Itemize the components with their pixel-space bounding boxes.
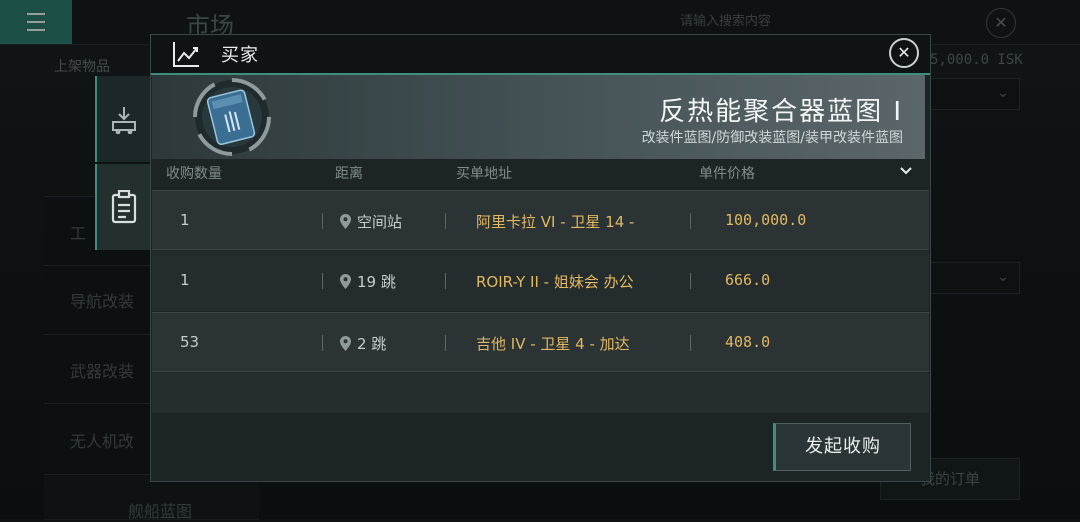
column-header-quantity[interactable]: 收购数量 [166,163,222,183]
clipboard-icon [111,190,137,224]
column-header-price[interactable]: 单件价格 [699,163,755,183]
column-divider [445,335,446,351]
column-header-address[interactable]: 买单地址 [456,163,512,183]
order-distance: 19 跳 [340,271,396,292]
order-address: ROIR-Y II - 姐妹会 办公 [476,273,634,291]
order-distance-label: 空间站 [357,213,403,231]
order-quantity: 53 [180,333,200,351]
order-distance-label: 2 跳 [357,335,387,353]
column-divider [445,273,446,289]
blueprint-icon [193,78,271,156]
column-divider [690,335,691,351]
inbox-download-icon [112,107,136,134]
table-empty-area [152,373,929,413]
column-divider [445,213,446,229]
column-divider [690,213,691,229]
column-divider [322,335,323,351]
dialog-header: 买家 ✕ [151,35,930,75]
order-address: 阿里卡拉 VI - 卫星 14 - [476,213,635,231]
location-pin-icon [340,274,351,289]
table-row[interactable]: 1 19 跳 ROIR-Y II - 姐妹会 办公 666.0 [152,251,929,311]
order-distance: 2 跳 [340,333,386,354]
side-tab-buyers[interactable] [95,164,151,250]
column-divider [322,213,323,229]
create-buy-order-button[interactable]: 发起收购 [773,423,911,471]
column-divider [322,273,323,289]
location-pin-icon [340,336,351,351]
item-name: 反热能聚合器蓝图 I [659,97,903,127]
column-divider [690,273,691,289]
chevron-down-icon[interactable] [899,163,913,181]
close-icon[interactable]: ✕ [889,38,919,68]
chart-line-icon [173,42,199,67]
table-row[interactable]: 1 空间站 阿里卡拉 VI - 卫星 14 - 100,000.0 [152,190,929,250]
column-header-distance[interactable]: 距离 [335,163,363,183]
buyers-dialog: 买家 ✕ 反热能聚合器蓝图 I 改装件蓝图/防御改装蓝图/装甲改装件蓝图 收购数… [150,34,931,482]
order-price: 100,000.0 [725,211,807,229]
order-price: 666.0 [725,271,771,289]
dialog-title: 买家 [221,45,259,66]
location-pin-icon [340,214,351,229]
order-distance: 空间站 [340,211,402,232]
order-distance-label: 19 跳 [357,273,396,291]
table-row[interactable]: 53 2 跳 吉他 IV - 卫星 4 - 加达 408.0 [152,312,929,372]
item-banner: 反热能聚合器蓝图 I 改装件蓝图/防御改装蓝图/装甲改装件蓝图 [152,75,925,159]
order-address: 吉他 IV - 卫星 4 - 加达 [476,335,630,353]
side-tab-sell[interactable] [95,76,151,162]
order-price: 408.0 [725,333,771,351]
order-quantity: 1 [180,271,190,289]
order-quantity: 1 [180,211,190,229]
item-category: 改装件蓝图/防御改装蓝图/装甲改装件蓝图 [641,130,903,146]
